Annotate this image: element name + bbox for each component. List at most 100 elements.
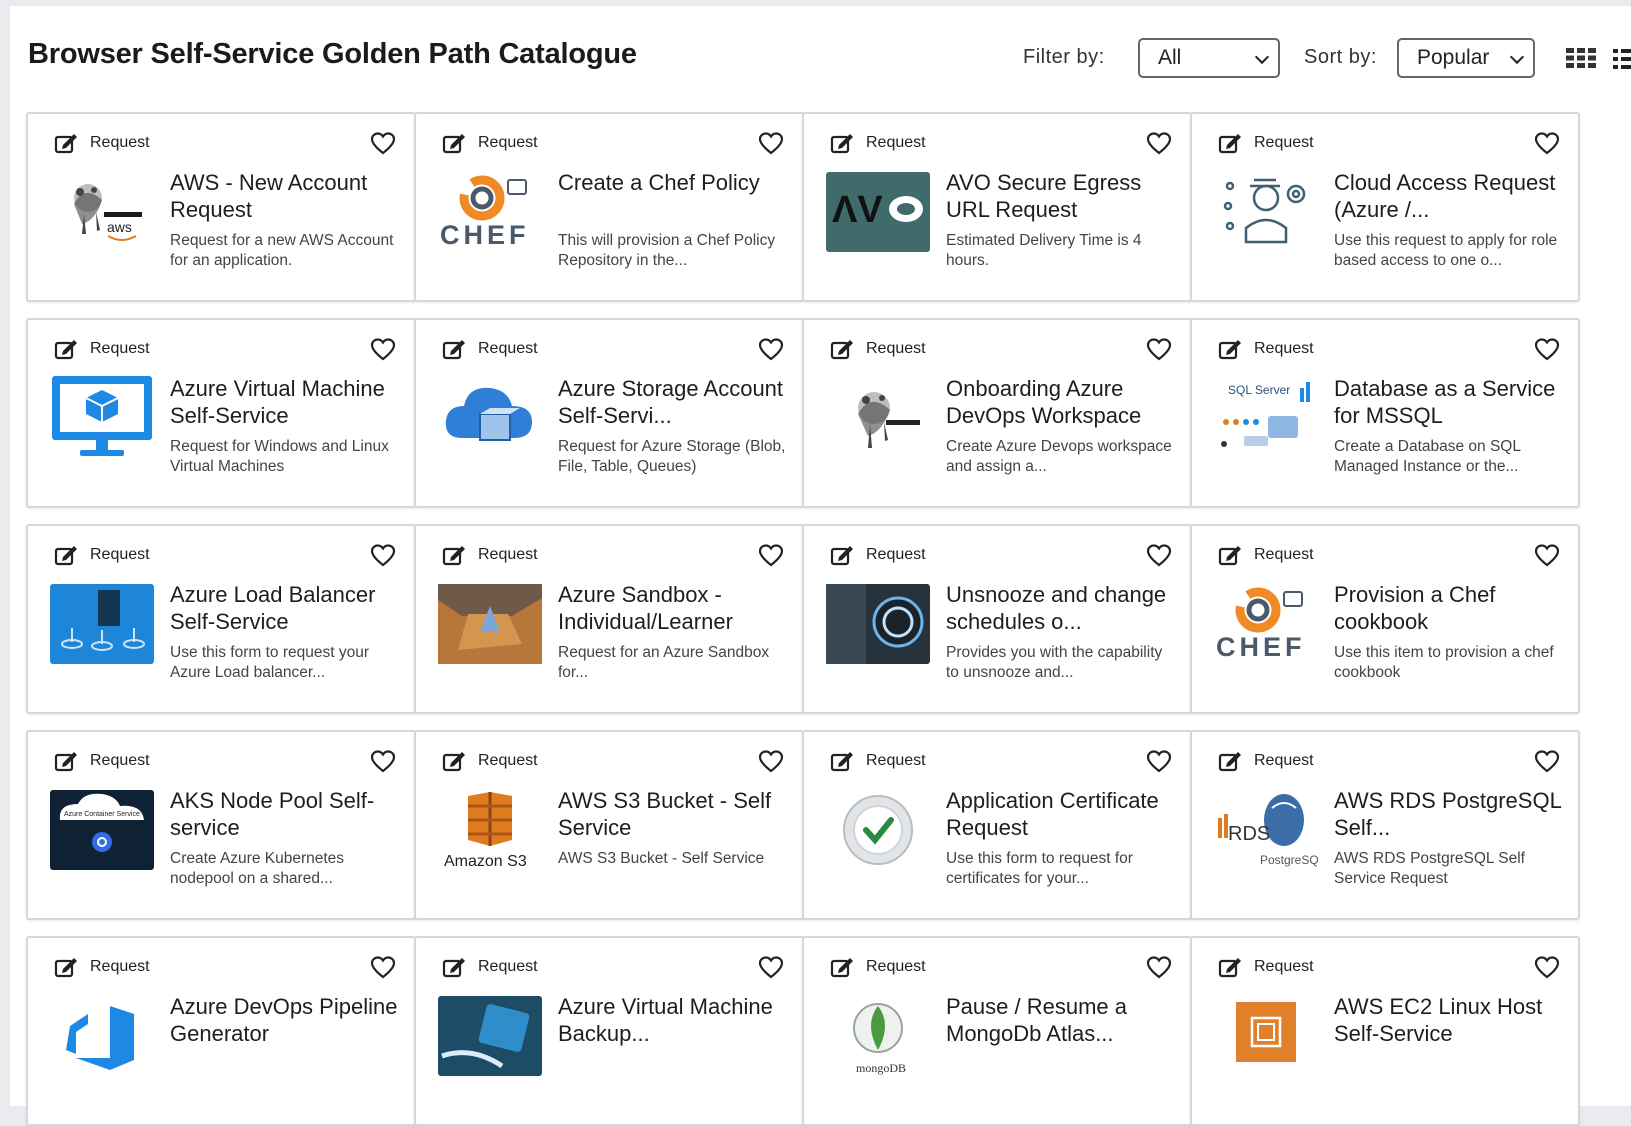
favorite-heart-icon[interactable]	[1146, 132, 1172, 156]
catalog-card[interactable]: Request CHEF Provision a Chef cookbook U…	[1190, 524, 1580, 714]
favorite-heart-icon[interactable]	[1534, 132, 1560, 156]
catalog-card[interactable]: Request Onboarding Azure DevOps Workspac…	[802, 318, 1192, 508]
card-title[interactable]: Application Certificate Request	[946, 787, 1176, 841]
favorite-heart-icon[interactable]	[1146, 750, 1172, 774]
card-title[interactable]: Azure Storage Account Self-Servi...	[558, 375, 788, 429]
favorite-heart-icon[interactable]	[370, 544, 396, 568]
card-title[interactable]: Provision a Chef cookbook	[1334, 581, 1564, 635]
catalog-card[interactable]: Request AWS EC2 Linux Host Self-Service	[1190, 936, 1580, 1126]
sql-server-icon: SQL Server	[1214, 378, 1318, 458]
favorite-heart-icon[interactable]	[370, 750, 396, 774]
card-title[interactable]: AWS S3 Bucket - Self Service	[558, 787, 788, 841]
catalog-card[interactable]: Request Azure Virtual Machine Self-Servi…	[26, 318, 416, 508]
favorite-heart-icon[interactable]	[758, 956, 784, 980]
sort-selected-value: Popular	[1417, 46, 1490, 69]
card-title[interactable]: Database as a Service for MSSQL	[1334, 375, 1564, 429]
catalog-card[interactable]: Request Azure Storage Account Self-Servi…	[414, 318, 804, 508]
favorite-heart-icon[interactable]	[758, 132, 784, 156]
card-title[interactable]: AWS - New Account Request	[170, 169, 400, 223]
request-badge-label: Request	[1254, 958, 1314, 975]
card-title[interactable]: Azure DevOps Pipeline Generator	[170, 993, 400, 1047]
favorite-heart-icon[interactable]	[370, 956, 396, 980]
catalog-card[interactable]: Request Azure DevOps Pipeline Generator	[26, 936, 416, 1126]
request-badge-label: Request	[866, 752, 926, 769]
request-badge: Request	[830, 750, 926, 772]
catalog-card[interactable]: Request Application Certificate Request …	[802, 730, 1192, 920]
list-view-icon[interactable]	[1613, 48, 1631, 70]
favorite-heart-icon[interactable]	[370, 132, 396, 156]
card-title[interactable]: Azure Sandbox - Individual/Learner	[558, 581, 788, 635]
catalog-card[interactable]: Request Unsnooze and change schedules o.…	[802, 524, 1192, 714]
card-title[interactable]: AWS EC2 Linux Host Self-Service	[1334, 993, 1564, 1047]
card-title[interactable]: Create a Chef Policy	[558, 169, 788, 196]
catalog-card[interactable]: Request RDS PostgreSQL AWS RDS PostgreSQ…	[1190, 730, 1580, 920]
catalog-card[interactable]: Request aws AWS - New Account Request Re…	[26, 112, 416, 302]
edit-icon	[830, 958, 853, 978]
edit-icon	[830, 752, 853, 772]
svg-text:Azure Container Service: Azure Container Service	[64, 811, 140, 818]
card-title[interactable]: Azure Virtual Machine Self-Service	[170, 375, 400, 429]
catalog-card[interactable]: Request Amazon S3 AWS S3 Bucket - Self S…	[414, 730, 804, 920]
card-description: Create Azure Kubernetes nodepool on a sh…	[170, 850, 345, 887]
svg-text:CHEF: CHEF	[1216, 632, 1306, 662]
sort-select[interactable]: Popular	[1397, 38, 1535, 78]
load-balancer-icon	[50, 584, 154, 664]
catalog-card[interactable]: Request mongoDB Pause / Resume a MongoDb…	[802, 936, 1192, 1126]
favorite-heart-icon[interactable]	[1534, 338, 1560, 362]
card-description: Create Azure Devops workspace and assign…	[946, 438, 1172, 475]
catalog-card[interactable]: Request ΛV AVO Secure Egress URL Request…	[802, 112, 1192, 302]
catalog-card[interactable]: Request Cloud Access Request (Azure /...…	[1190, 112, 1580, 302]
card-title[interactable]: Azure Load Balancer Self-Service	[170, 581, 400, 635]
request-badge-label: Request	[866, 958, 926, 975]
mongodb-icon: mongoDB	[826, 996, 930, 1076]
favorite-heart-icon[interactable]	[758, 750, 784, 774]
favorite-heart-icon[interactable]	[1146, 338, 1172, 362]
svg-text:aws: aws	[107, 219, 132, 235]
catalog-card[interactable]: Request Azure Virtual Machine Backup...	[414, 936, 804, 1126]
card-title[interactable]: Cloud Access Request (Azure /...	[1334, 169, 1564, 223]
card-description: This will provision a Chef Policy Reposi…	[558, 232, 776, 269]
catalog-card[interactable]: Request CHEF Create a Chef Policy This w…	[414, 112, 804, 302]
card-title[interactable]: AVO Secure Egress URL Request	[946, 169, 1176, 223]
card-title[interactable]: AKS Node Pool Self-service	[170, 787, 400, 841]
card-title[interactable]: Unsnooze and change schedules o...	[946, 581, 1176, 635]
card-description: Request for an Azure Sandbox for...	[558, 644, 770, 681]
catalog-card[interactable]: Request Azure Load Balancer Self-Service…	[26, 524, 416, 714]
cloud-access-user-icon	[1214, 172, 1318, 252]
card-description: Request for a new AWS Account for an app…	[170, 232, 394, 269]
request-badge: Request	[442, 338, 538, 360]
favorite-heart-icon[interactable]	[1534, 750, 1560, 774]
request-badge: Request	[442, 544, 538, 566]
azure-devops-icon	[50, 996, 154, 1076]
request-badge-label: Request	[90, 546, 150, 563]
catalog-page: Browser Self-Service Golden Path Catalog…	[10, 6, 1631, 1126]
request-badge-label: Request	[478, 546, 538, 563]
card-description: Request for Azure Storage (Blob, File, T…	[558, 438, 786, 475]
card-description: Use this form to request your Azure Load…	[170, 644, 369, 681]
grid-view-icon[interactable]	[1566, 48, 1596, 68]
favorite-heart-icon[interactable]	[1146, 956, 1172, 980]
request-badge-label: Request	[90, 134, 150, 151]
favorite-heart-icon[interactable]	[758, 544, 784, 568]
card-title[interactable]: Pause / Resume a MongoDb Atlas...	[946, 993, 1176, 1047]
request-badge: Request	[1218, 338, 1314, 360]
favorite-heart-icon[interactable]	[1534, 956, 1560, 980]
request-badge-label: Request	[478, 752, 538, 769]
catalog-card[interactable]: Request Azure Sandbox - Individual/Learn…	[414, 524, 804, 714]
redwan-logo-icon	[826, 378, 930, 458]
favorite-heart-icon[interactable]	[370, 338, 396, 362]
favorite-heart-icon[interactable]	[1534, 544, 1560, 568]
request-badge-label: Request	[1254, 340, 1314, 357]
favorite-heart-icon[interactable]	[758, 338, 784, 362]
card-title[interactable]: Onboarding Azure DevOps Workspace	[946, 375, 1176, 429]
edit-icon	[442, 958, 465, 978]
catalog-card[interactable]: Request SQL Server Database as a Service…	[1190, 318, 1580, 508]
card-title[interactable]: Azure Virtual Machine Backup...	[558, 993, 788, 1047]
favorite-heart-icon[interactable]	[1146, 544, 1172, 568]
request-badge: Request	[1218, 132, 1314, 154]
filter-select[interactable]: All	[1138, 38, 1280, 78]
catalog-card[interactable]: Request Azure Container Service AKS Node…	[26, 730, 416, 920]
svg-text:ΛV: ΛV	[832, 189, 883, 231]
card-title[interactable]: AWS RDS PostgreSQL Self...	[1334, 787, 1564, 841]
page-title: Browser Self-Service Golden Path Catalog…	[28, 38, 637, 70]
